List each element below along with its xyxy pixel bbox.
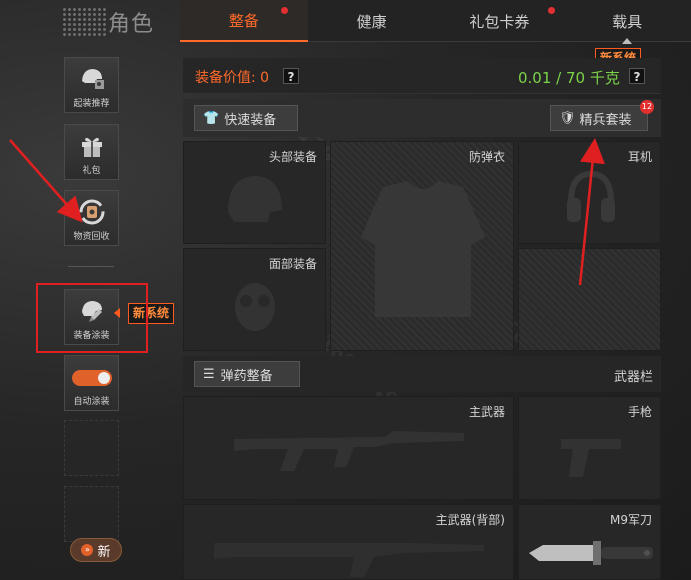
head-gear-slot[interactable]: 头部装备 — [183, 141, 326, 244]
button-label: 快速装备 — [224, 112, 277, 128]
shield-icon: 🛡 — [559, 110, 576, 126]
pistol-silhouette-icon — [561, 439, 621, 477]
toggle-switch[interactable] — [71, 370, 112, 386]
tab-label: 礼包卡券 — [469, 12, 530, 31]
character-header: 角色 — [62, 4, 172, 40]
knife-slot[interactable]: M9军刀 — [518, 504, 661, 580]
tab-vehicle[interactable]: 载具 — [563, 0, 691, 44]
sidebar-item-label: 物资回收 — [73, 232, 110, 242]
caret-up-icon — [622, 38, 633, 44]
sidebar-item-recommended-loadout[interactable]: 起装推荐 — [64, 57, 119, 113]
empty-sidebar-slot — [64, 486, 119, 542]
button-label: 弹药整备 — [220, 368, 273, 384]
ammo-icon: ☰ — [203, 366, 215, 382]
tab-label: 整备 — [228, 11, 259, 30]
value-help-icon[interactable]: ? — [283, 68, 299, 84]
tab-label: 载具 — [612, 12, 643, 31]
slot-label: 防弹衣 — [468, 150, 505, 164]
new-button-label: 新 — [97, 544, 111, 560]
weapon-section-bar: ☰ 弹药整备 武器栏 — [183, 356, 661, 392]
double-chevron-down-icon: » — [81, 544, 94, 556]
toggle-knob — [97, 372, 110, 384]
vest-silhouette-icon — [361, 181, 485, 317]
rifle-silhouette-icon — [234, 431, 464, 471]
sidebar-item-recycle[interactable]: 物资回收 — [64, 190, 119, 246]
auto-paint-label: 自动涂装 — [73, 397, 110, 407]
tab-label: 健康 — [356, 12, 387, 31]
headphones-silhouette-icon — [567, 170, 615, 222]
body-armor-slot[interactable]: 防弹衣 — [330, 141, 514, 351]
helmet-gear-icon — [77, 65, 107, 93]
tab-gift-coupons[interactable]: 礼包卡券 — [436, 0, 564, 42]
rifle-silhouette-icon — [214, 543, 484, 577]
sidebar-item-label: 起装推荐 — [73, 99, 110, 109]
slot-label: 头部装备 — [268, 150, 317, 164]
quick-equip-button[interactable]: 👕 快速装备 — [194, 105, 298, 131]
slot-label: 面部装备 — [268, 257, 317, 271]
page-title: 角色 — [108, 12, 155, 37]
empty-gear-slot — [518, 248, 661, 351]
tab-loadout[interactable]: 整备 — [180, 0, 308, 42]
slot-label: 耳机 — [627, 150, 652, 164]
tab-health[interactable]: 健康 — [308, 0, 436, 42]
slot-label: M9军刀 — [610, 513, 652, 527]
notification-dot — [280, 7, 288, 14]
elite-count-badge: 12 — [640, 100, 654, 114]
gift-icon — [77, 132, 107, 160]
recycle-icon — [77, 198, 107, 226]
sidebar-divider — [68, 266, 114, 267]
equip-toolbar: 👕 快速装备 🛡 精兵套装 12 — [183, 99, 661, 137]
weight-help-icon[interactable]: ? — [629, 68, 645, 84]
sidebar-item-label: 礼包 — [82, 166, 101, 176]
tab-bar: 整备 健康 礼包卡券 载具 — [180, 0, 691, 44]
slot-label: 手枪 — [627, 405, 652, 419]
notification-dot — [548, 7, 556, 14]
knife-icon — [529, 541, 653, 565]
weapon-bar-title: 武器栏 — [613, 370, 653, 385]
elite-set-button[interactable]: 🛡 精兵套装 — [550, 105, 648, 131]
sidebar-item-gift[interactable]: 礼包 — [64, 124, 119, 180]
ammo-prep-button[interactable]: ☰ 弹药整备 — [194, 361, 300, 387]
empty-sidebar-slot — [64, 420, 119, 476]
primary-weapon-back-slot[interactable]: 主武器(背部) — [183, 504, 514, 580]
primary-weapon-slot[interactable]: 主武器 — [183, 396, 514, 500]
button-label: 精兵套装 — [579, 112, 632, 128]
slot-label: 主武器 — [468, 405, 505, 419]
headset-slot[interactable]: 耳机 — [518, 141, 661, 244]
new-expand-button[interactable]: » 新 — [70, 538, 122, 562]
character-logo-icon — [62, 7, 106, 37]
slot-label: 主武器(背部) — [435, 513, 505, 527]
equipment-value-bar: 装备价值: 0 ? 0.01 / 70 千克 ? — [183, 58, 661, 94]
annotation-highlight-box — [36, 283, 148, 353]
face-gear-slot[interactable]: 面部装备 — [183, 248, 326, 351]
auto-paint-toggle[interactable]: 自动涂装 — [64, 355, 119, 411]
shirt-icon: 👕 — [203, 110, 220, 126]
weight-readout: 0.01 / 70 千克 — [518, 69, 620, 87]
game-inventory-screen: 07011911609749250 07011911609749250 0701… — [0, 0, 691, 580]
helmet-silhouette-icon — [228, 176, 282, 222]
equipment-value-label: 装备价值: 0 — [195, 70, 270, 86]
gas-mask-silhouette-icon — [235, 283, 275, 331]
pistol-slot[interactable]: 手枪 — [518, 396, 661, 500]
